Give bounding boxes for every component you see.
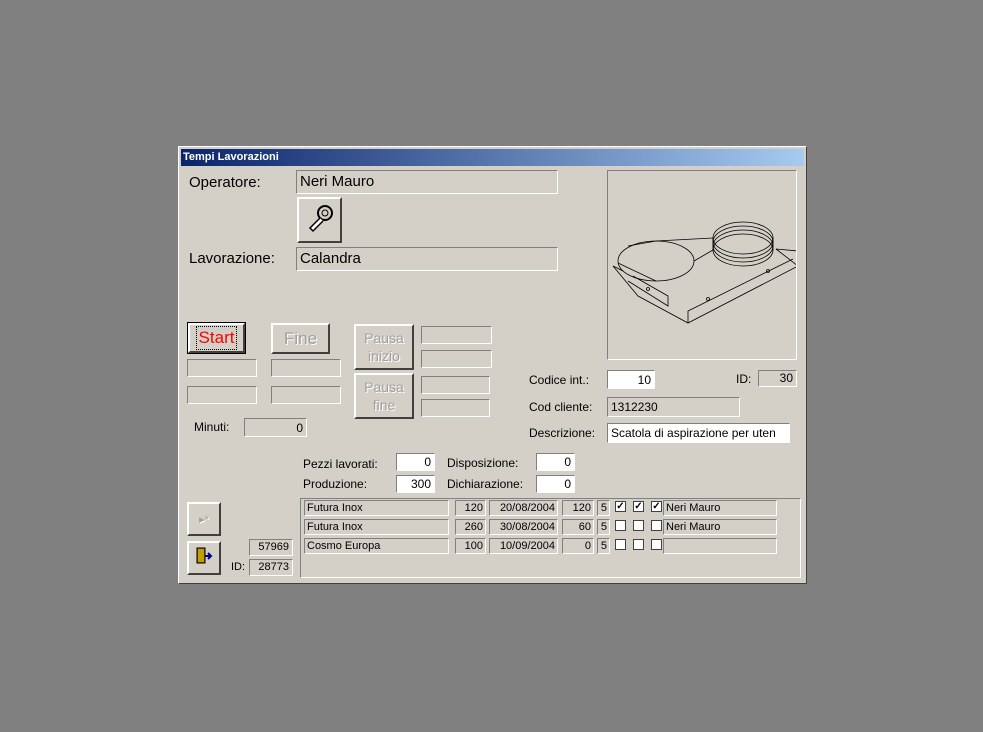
minuti-label: Minuti: [194, 420, 230, 434]
row-numero-cell[interactable]: 5 [597, 538, 610, 554]
pausa-inizio-button[interactable]: Pausa inizio [354, 324, 414, 370]
fine-date-field[interactable] [271, 359, 341, 377]
row-cliente-cell[interactable]: Cosmo Europa [304, 538, 449, 554]
row-cliente-cell[interactable]: Futura Inox [304, 500, 449, 516]
pausa-inizio-field-2[interactable] [421, 350, 492, 368]
row-checkbox[interactable] [651, 520, 662, 531]
row-quantita-cell[interactable]: 100 [455, 538, 486, 554]
row-produzione-cell[interactable]: 60 [562, 519, 594, 535]
row-checkbox[interactable]: ✓ [615, 501, 626, 512]
fine-time-field[interactable] [271, 386, 341, 404]
operatore-field[interactable]: Neri Mauro [296, 170, 558, 194]
row-quantita-cell[interactable]: 120 [455, 500, 486, 516]
select-operatore-button[interactable] [297, 197, 342, 243]
bottom-id-field: 28773 [249, 559, 293, 576]
disposizione-label: Disposizione: [447, 456, 519, 470]
id-label: ID: [736, 372, 752, 386]
row-produzione-cell[interactable]: 0 [562, 538, 594, 554]
pausa-inizio-field-1[interactable] [421, 326, 492, 344]
fine-button-label: Fine [283, 328, 318, 348]
row-checkbox[interactable] [615, 539, 626, 550]
row-cliente-cell[interactable]: Futura Inox [304, 519, 449, 535]
row-checkbox[interactable]: ✓ [651, 501, 662, 512]
pezzi-lavorati-label: Pezzi lavorati: [303, 457, 378, 471]
row-numero-cell[interactable]: 5 [597, 500, 610, 516]
cod-cliente-field[interactable]: 1312230 [607, 397, 740, 417]
pausa-fine-label-1: Pausa [364, 379, 404, 395]
row-data-cell[interactable]: 20/08/2004 [489, 500, 558, 516]
row-quantita-cell[interactable]: 260 [455, 519, 486, 535]
codice-int-field[interactable]: 10 [607, 370, 655, 389]
lavorazione-label: Lavorazione: [189, 250, 275, 267]
minuti-field[interactable]: 0 [244, 418, 307, 437]
row-checkbox[interactable] [633, 539, 644, 550]
pausa-fine-field-1[interactable] [421, 376, 490, 394]
technical-drawing [607, 170, 797, 360]
pausa-inizio-label-1: Pausa [364, 330, 404, 346]
cod-cliente-label: Cod cliente: [529, 400, 593, 414]
descrizione-label: Descrizione: [529, 426, 596, 440]
new-record-button[interactable]: ▸* [187, 502, 221, 536]
main-window: Tempi Lavorazioni Operatore: Neri Mauro … [178, 146, 807, 584]
start-time-field[interactable] [187, 386, 257, 404]
start-date-field[interactable] [187, 359, 257, 377]
row-data-cell[interactable]: 10/09/2004 [489, 538, 558, 554]
operatore-label: Operatore: [189, 174, 261, 191]
pausa-fine-field-2[interactable] [421, 399, 490, 417]
lavorazione-field[interactable]: Calandra [296, 247, 558, 271]
produzione-field[interactable]: 300 [396, 475, 435, 493]
exit-door-icon [195, 547, 213, 570]
record-count-field: 57969 [249, 539, 293, 556]
row-operatore-cell[interactable] [663, 538, 777, 554]
start-button[interactable]: Start [188, 323, 245, 353]
bottom-id-label: ID: [231, 561, 246, 573]
pausa-fine-label-2: fine [372, 397, 396, 413]
start-button-label: Start [195, 326, 238, 350]
row-checkbox[interactable] [633, 520, 644, 531]
disposizione-field[interactable]: 0 [536, 453, 575, 471]
exit-button[interactable] [187, 541, 221, 575]
row-numero-cell[interactable]: 5 [597, 519, 610, 535]
row-checkbox[interactable]: ✓ [633, 501, 644, 512]
row-data-cell[interactable]: 30/08/2004 [489, 519, 558, 535]
row-checkbox[interactable] [615, 520, 626, 531]
window-title: Tempi Lavorazioni [181, 149, 804, 166]
new-record-icon: ▸* [199, 513, 209, 526]
row-checkbox[interactable] [651, 539, 662, 550]
pausa-fine-button[interactable]: Pausa fine [354, 373, 414, 419]
id-field: 30 [758, 370, 797, 387]
codice-int-label: Codice int.: [529, 373, 590, 387]
pausa-inizio-label-2: inizio [368, 348, 400, 364]
wrench-icon [305, 203, 335, 238]
dichiarazione-field[interactable]: 0 [536, 475, 575, 493]
fine-button[interactable]: Fine [271, 323, 330, 354]
row-produzione-cell[interactable]: 120 [562, 500, 594, 516]
pezzi-lavorati-field[interactable]: 0 [396, 453, 435, 471]
produzione-label: Produzione: [303, 477, 368, 491]
start-button-frame: Start [187, 322, 246, 354]
descrizione-field[interactable]: Scatola di aspirazione per uten [607, 423, 790, 443]
row-operatore-cell[interactable]: Neri Mauro [663, 519, 777, 535]
dichiarazione-label: Dichiarazione: [447, 477, 524, 491]
row-operatore-cell[interactable]: Neri Mauro [663, 500, 777, 516]
